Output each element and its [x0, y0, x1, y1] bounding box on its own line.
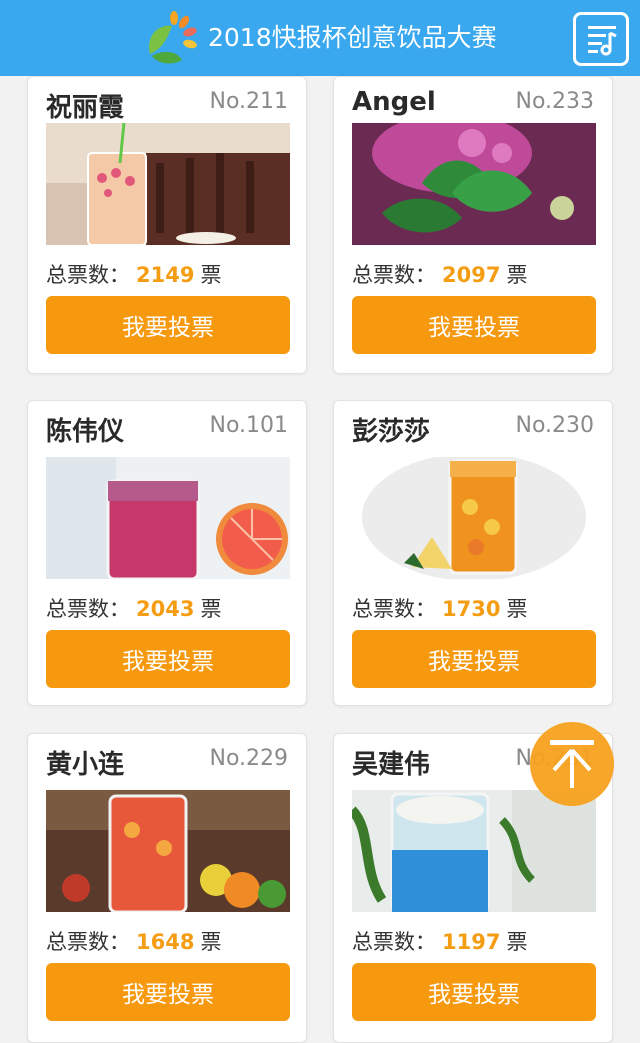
menu-button[interactable] [573, 12, 629, 66]
entry-number: No.230 [515, 413, 594, 438]
vote-total: 总票数： 1197 票 [352, 926, 527, 956]
votes-unit: 票 [200, 597, 222, 621]
vote-total: 总票数： 2043 票 [46, 593, 221, 623]
votes-count: 2097 [442, 263, 501, 287]
entry-name: 陈伟仪 [46, 417, 125, 447]
votes-label: 总票数： [46, 930, 130, 954]
entry-card: 黄小连 No.229 总票数： 1648 票 我要投票 [27, 733, 307, 1043]
leaf-logo-icon [149, 11, 197, 64]
votes-label: 总票数： [46, 597, 130, 621]
vote-button[interactable]: 我要投票 [46, 630, 290, 688]
entry-name: Angel [352, 87, 436, 117]
entry-card: 陈伟仪 No.101 总票数： 2043 票 我要投票 [27, 400, 307, 706]
vote-total: 总票数： 1730 票 [352, 593, 527, 623]
votes-count: 1648 [136, 930, 195, 954]
votes-label: 总票数： [46, 263, 130, 287]
vote-total: 总票数： 1648 票 [46, 926, 221, 956]
drink-photo[interactable] [352, 457, 596, 579]
back-to-top-button[interactable] [530, 722, 614, 806]
votes-unit: 票 [506, 930, 528, 954]
votes-count: 1730 [442, 597, 501, 621]
entry-card: 祝丽霞 No.211 总票数： 2149 票 我要投票 [27, 76, 307, 374]
menu-list-icon [588, 26, 617, 56]
votes-label: 总票数： [352, 263, 436, 287]
entry-number: No.101 [209, 413, 288, 438]
entry-number: No.229 [209, 746, 288, 771]
votes-count: 2043 [136, 597, 195, 621]
vote-button[interactable]: 我要投票 [352, 630, 596, 688]
entry-name: 黄小连 [46, 750, 125, 780]
vote-button[interactable]: 我要投票 [352, 296, 596, 354]
page-title: 2018快报杯创意饮品大赛 [208, 23, 497, 52]
votes-label: 总票数： [352, 597, 436, 621]
votes-count: 2149 [136, 263, 195, 287]
vote-total: 总票数： 2149 票 [46, 259, 221, 289]
entry-name: 彭莎莎 [352, 417, 431, 447]
entry-card: Angel No.233 总票数： 2097 票 我要投票 [333, 76, 613, 374]
drink-photo[interactable] [46, 457, 290, 579]
votes-label: 总票数： [352, 930, 436, 954]
vote-button[interactable]: 我要投票 [46, 963, 290, 1021]
vote-button[interactable]: 我要投票 [352, 963, 596, 1021]
drink-photo[interactable] [46, 790, 290, 912]
votes-count: 1197 [442, 930, 501, 954]
entry-name: 吴建伟 [352, 750, 431, 780]
entry-name: 祝丽霞 [46, 93, 125, 123]
drink-photo[interactable] [352, 123, 596, 245]
app-header: 2018快报杯创意饮品大赛 [0, 0, 640, 76]
vote-total: 总票数： 2097 票 [352, 259, 527, 289]
drink-photo[interactable] [352, 790, 596, 912]
entry-number: No.233 [515, 89, 594, 114]
drink-photo[interactable] [46, 123, 290, 245]
entry-number: No.211 [209, 89, 288, 114]
arrow-up-to-top-icon [550, 740, 594, 788]
votes-unit: 票 [200, 930, 222, 954]
votes-unit: 票 [506, 263, 528, 287]
entry-card: 彭莎莎 No.230 总票数： 1730 票 我要投票 [333, 400, 613, 706]
votes-unit: 票 [506, 597, 528, 621]
votes-unit: 票 [200, 263, 222, 287]
vote-button[interactable]: 我要投票 [46, 296, 290, 354]
